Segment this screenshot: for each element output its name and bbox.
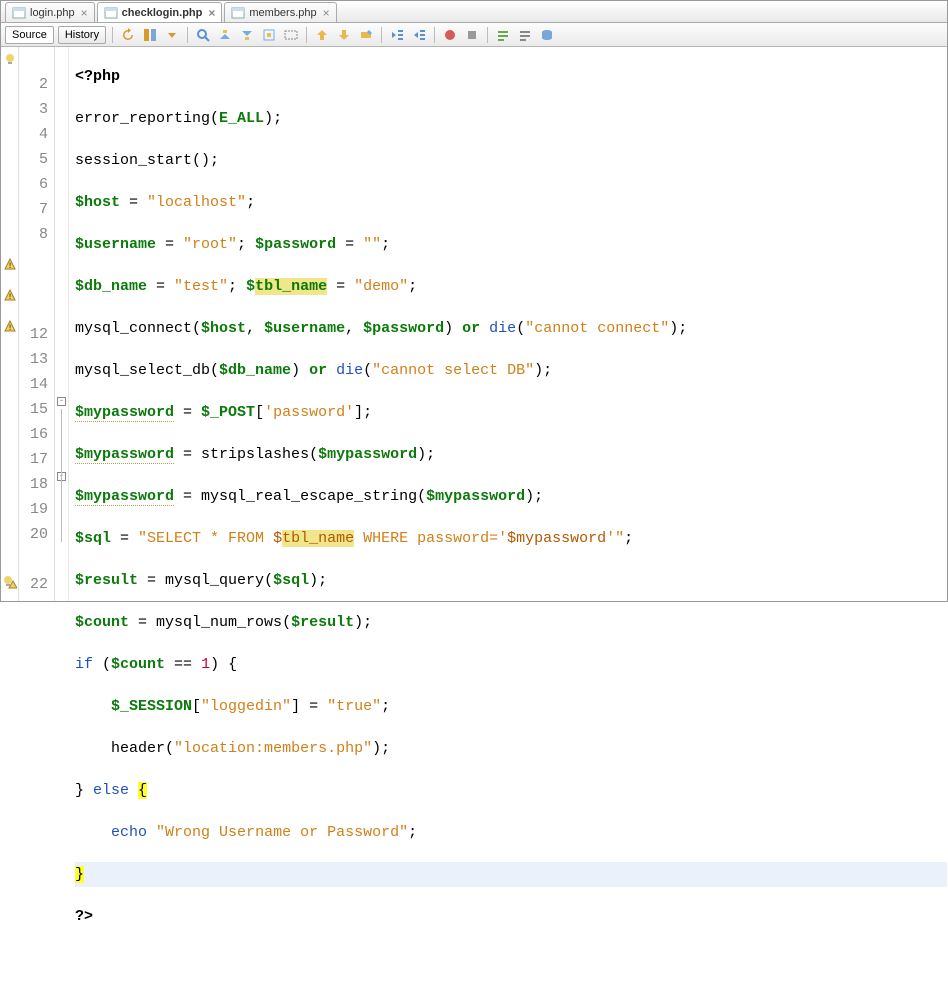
line-number: 16 [19, 422, 48, 447]
hint-bulb-warning-icon[interactable] [1, 575, 18, 600]
database-icon[interactable] [538, 26, 556, 44]
next-bookmark-icon[interactable] [238, 26, 256, 44]
code-line: echo "Wrong Username or Password"; [75, 820, 947, 845]
line-number [19, 297, 48, 322]
code-editor[interactable]: ! ! ! 2 3 4 5 6 7 8 12 13 14 15 16 17 18… [1, 47, 947, 601]
code-line: error_reporting(E_ALL); [75, 106, 947, 131]
fold-collapse-icon[interactable]: - [57, 397, 66, 406]
code-line: if ($count == 1) { [75, 652, 947, 677]
diff-icon[interactable] [141, 26, 159, 44]
code-line: $mypassword = $_POST['password']; [75, 400, 947, 425]
line-number [19, 272, 48, 297]
code-line: $count = mysql_num_rows($result); [75, 610, 947, 635]
line-number [19, 247, 48, 272]
separator [112, 27, 113, 43]
close-icon[interactable]: × [208, 7, 215, 19]
line-number: 19 [19, 497, 48, 522]
code-line: $_SESSION["loggedin"] = "true"; [75, 694, 947, 719]
outdent-icon[interactable] [388, 26, 406, 44]
separator [381, 27, 382, 43]
line-number: 20 [19, 522, 48, 547]
line-number: 8 [19, 222, 48, 247]
tab-members[interactable]: members.php × [224, 2, 336, 22]
line-number: 22 [19, 572, 48, 597]
php-file-icon [12, 6, 26, 20]
line-number: 3 [19, 97, 48, 122]
code-line [75, 946, 947, 971]
php-file-icon [231, 6, 245, 20]
search-icon[interactable] [194, 26, 212, 44]
php-file-icon [104, 6, 118, 20]
tab-label: login.php [30, 7, 75, 19]
code-line: } [75, 862, 947, 887]
line-number: 13 [19, 347, 48, 372]
line-number [19, 47, 48, 72]
tab-label: members.php [249, 7, 316, 19]
line-number: 7 [19, 197, 48, 222]
refresh-icon[interactable] [119, 26, 137, 44]
indent-icon[interactable] [410, 26, 428, 44]
prev-bookmark-icon[interactable] [216, 26, 234, 44]
line-number: 15 [19, 397, 48, 422]
line-number: 12 [19, 322, 48, 347]
svg-text:!: ! [7, 293, 12, 301]
code-line: mysql_select_db($db_name) or die("cannot… [75, 358, 947, 383]
code-line: $result = mysql_query($sql); [75, 568, 947, 593]
comment-icon[interactable] [494, 26, 512, 44]
line-number: 6 [19, 172, 48, 197]
macro-stop-icon[interactable] [463, 26, 481, 44]
separator [487, 27, 488, 43]
file-tab-bar: login.php × checklogin.php × members.php… [1, 1, 947, 23]
source-button[interactable]: Source [5, 26, 54, 44]
warning-icon[interactable]: ! [1, 320, 18, 345]
separator [306, 27, 307, 43]
svg-text:!: ! [7, 324, 12, 332]
code-line: $sql = "SELECT * FROM $tbl_name WHERE pa… [75, 526, 947, 551]
code-line: mysql_connect($host, $username, $passwor… [75, 316, 947, 341]
line-number: 14 [19, 372, 48, 397]
history-button[interactable]: History [58, 26, 106, 44]
line-number: 18 [19, 472, 48, 497]
select-in-icon[interactable] [282, 26, 300, 44]
warning-icon[interactable]: ! [1, 289, 18, 314]
editor-toolbar: Source History [1, 23, 947, 47]
uncomment-icon[interactable] [516, 26, 534, 44]
close-icon[interactable]: × [81, 7, 88, 19]
code-area[interactable]: <?php error_reporting(E_ALL); session_st… [69, 47, 947, 601]
svg-text:!: ! [7, 262, 12, 270]
code-line: ?> [75, 904, 947, 929]
fold-gutter: - - [55, 47, 69, 601]
highlight-icon[interactable] [357, 26, 375, 44]
line-number [19, 547, 48, 572]
line-number: 2 [19, 72, 48, 97]
line-number-gutter: 2 3 4 5 6 7 8 12 13 14 15 16 17 18 19 20… [19, 47, 55, 601]
code-line: header("location:members.php"); [75, 736, 947, 761]
marker-gutter: ! ! ! [1, 47, 19, 601]
warning-icon[interactable]: ! [1, 258, 18, 283]
code-line: } else { [75, 778, 947, 803]
code-line: <?php [75, 64, 947, 89]
close-icon[interactable]: × [323, 7, 330, 19]
line-number: 5 [19, 147, 48, 172]
tab-checklogin[interactable]: checklogin.php × [97, 2, 223, 22]
prev-occurrence-icon[interactable] [313, 26, 331, 44]
macro-record-icon[interactable] [441, 26, 459, 44]
tab-login[interactable]: login.php × [5, 2, 95, 22]
code-line: session_start(); [75, 148, 947, 173]
nav-down-icon[interactable] [163, 26, 181, 44]
separator [187, 27, 188, 43]
toggle-bookmark-icon[interactable] [260, 26, 278, 44]
next-occurrence-icon[interactable] [335, 26, 353, 44]
hint-bulb-icon[interactable] [1, 52, 18, 77]
line-number: 4 [19, 122, 48, 147]
line-number: 17 [19, 447, 48, 472]
code-line: $username = "root"; $password = ""; [75, 232, 947, 257]
code-line: $mypassword = mysql_real_escape_string($… [75, 484, 947, 509]
tab-label: checklogin.php [122, 7, 203, 19]
code-line: $host = "localhost"; [75, 190, 947, 215]
code-line: $db_name = "test"; $tbl_name = "demo"; [75, 274, 947, 299]
code-line: $mypassword = stripslashes($mypassword); [75, 442, 947, 467]
separator [434, 27, 435, 43]
